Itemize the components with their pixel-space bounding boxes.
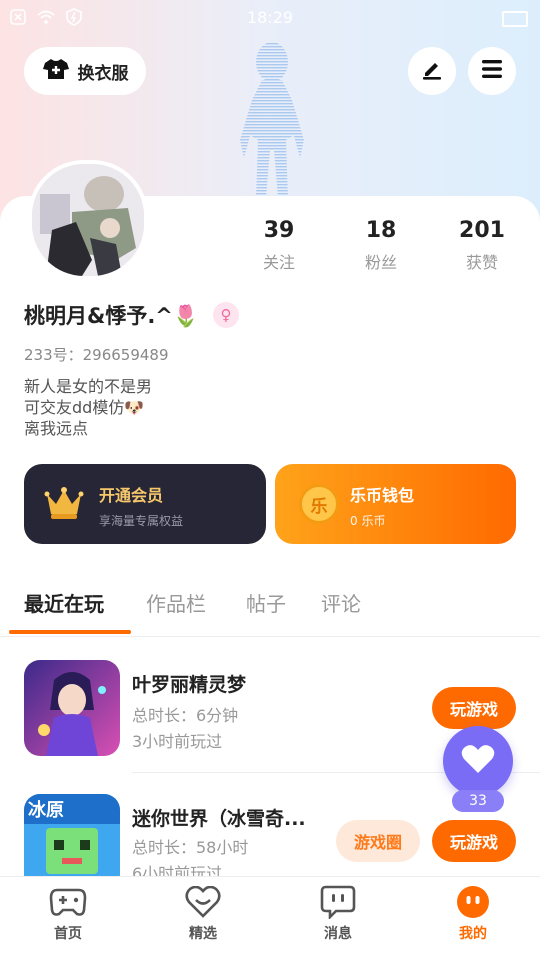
- coin-symbol: 乐: [310, 496, 328, 517]
- gamepad-icon: [49, 886, 87, 922]
- crown-icon: [44, 486, 84, 524]
- game-duration: 总时长：58小时: [132, 838, 249, 857]
- bio-line: 可交友dd模仿🐶: [24, 398, 145, 417]
- game-duration: 总时长：6分钟: [132, 706, 239, 725]
- profile-face-icon: [456, 885, 490, 923]
- avatar-figure-silhouette: [222, 40, 322, 200]
- nav-label: 我的: [459, 926, 487, 942]
- stat-following[interactable]: 39 关注: [239, 218, 319, 273]
- vip-title: 开通会员: [99, 486, 164, 505]
- bio-line: 离我远点: [24, 419, 89, 438]
- stat-likes-count: 201: [459, 218, 505, 243]
- profile-name: 桃明月&悸予.^🌷: [24, 304, 200, 328]
- nav-messages[interactable]: 消息: [288, 885, 388, 943]
- game-last-played: 3小时前玩过: [132, 732, 223, 751]
- play-game-button[interactable]: 玩游戏: [432, 687, 516, 729]
- nav-label: 精选: [189, 926, 217, 942]
- stat-followers[interactable]: 18 粉丝: [341, 218, 421, 273]
- game-circle-button[interactable]: 游戏圈: [336, 820, 420, 862]
- game-icon: [24, 660, 120, 756]
- edit-icon: [420, 57, 444, 85]
- vip-subtitle: 享海量专属权益: [99, 514, 184, 528]
- stat-likes-label: 获赞: [465, 253, 498, 272]
- avatar[interactable]: [28, 160, 148, 280]
- nav-label: 消息: [324, 926, 352, 942]
- user-id: 233号：296659489: [24, 346, 169, 364]
- message-icon: [320, 885, 356, 923]
- menu-icon: [480, 58, 504, 84]
- profile-name-row: 桃明月&悸予.^🌷 ♀: [24, 300, 240, 330]
- status-bar: 18:29: [0, 6, 540, 32]
- nav-home[interactable]: 首页: [18, 885, 118, 943]
- bottom-nav: 首页 精选 消息 我的: [0, 876, 540, 961]
- heart-icon: [461, 744, 495, 778]
- wallet-card[interactable]: 乐 乐币钱包 0 乐币: [275, 464, 516, 544]
- battery-icon: [502, 11, 528, 27]
- wardrobe-button[interactable]: 换衣服: [24, 47, 146, 95]
- featured-heart-icon: [185, 885, 221, 922]
- game-icon-text: 冰原: [28, 800, 64, 821]
- tab-recent[interactable]: 最近在玩: [24, 588, 104, 617]
- wardrobe-label: 换衣服: [77, 63, 129, 84]
- play-game-button[interactable]: 玩游戏: [432, 820, 516, 862]
- profile-bio: 新人是女的不是男 可交友dd模仿🐶 离我远点: [24, 376, 152, 439]
- wallet-balance: 0 乐币: [350, 514, 386, 528]
- active-tab-indicator: [9, 630, 131, 634]
- game-icon: 冰原: [24, 794, 120, 876]
- bio-line: 新人是女的不是男: [24, 377, 153, 396]
- shirt-icon: [42, 57, 70, 86]
- stat-followers-label: 粉丝: [364, 253, 397, 272]
- coin-icon: 乐: [299, 484, 339, 524]
- game-title: 迷你世界（冰雪奇...: [132, 808, 306, 830]
- stat-following-count: 39: [263, 218, 295, 243]
- edit-button[interactable]: [408, 47, 456, 95]
- stat-following-label: 关注: [262, 253, 295, 272]
- tab-comments[interactable]: 评论: [321, 588, 361, 617]
- female-icon: ♀: [213, 302, 240, 328]
- game-title: 叶罗丽精灵梦: [132, 674, 247, 696]
- tab-works[interactable]: 作品栏: [146, 588, 206, 617]
- game-last-played: 6小时前玩过: [132, 864, 223, 876]
- nav-label: 首页: [54, 926, 82, 942]
- stat-followers-count: 18: [365, 218, 397, 243]
- tab-posts[interactable]: 帖子: [246, 588, 286, 617]
- wallet-title: 乐币钱包: [350, 486, 415, 505]
- vip-card[interactable]: 开通会员 享海量专属权益: [24, 464, 266, 544]
- stat-likes[interactable]: 201 获赞: [442, 218, 522, 273]
- menu-button[interactable]: [468, 47, 516, 95]
- nav-me[interactable]: 我的: [423, 885, 523, 943]
- like-count-badge: 33: [452, 790, 504, 812]
- status-time: 18:29: [246, 8, 294, 27]
- nav-featured[interactable]: 精选: [153, 885, 253, 943]
- like-float-button[interactable]: [443, 726, 513, 796]
